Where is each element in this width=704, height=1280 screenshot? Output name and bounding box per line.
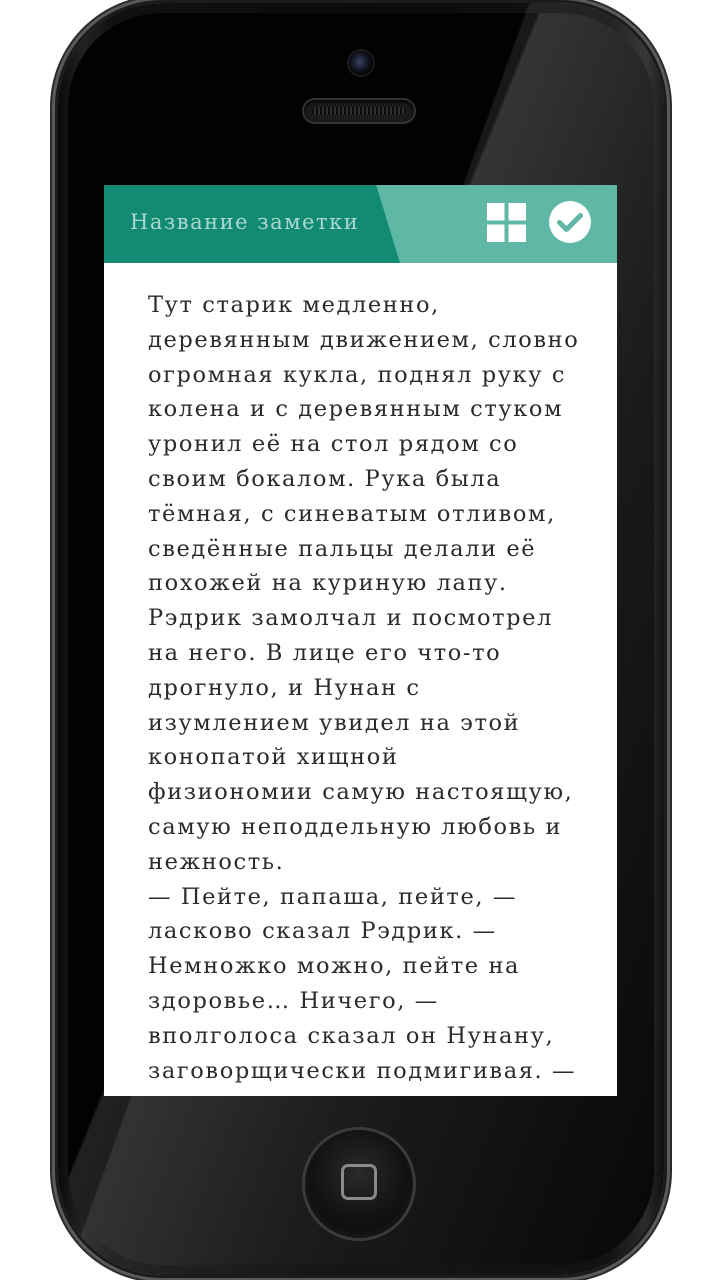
- home-button[interactable]: [305, 1130, 413, 1238]
- app-bar: Название заметки: [104, 185, 617, 263]
- check-circle-icon[interactable]: [548, 200, 592, 244]
- app-screen: Название заметки Тут старик медленно, де…: [104, 185, 617, 1096]
- grid-icon[interactable]: [487, 203, 526, 242]
- note-text[interactable]: Тут старик медленно, деревянным движение…: [148, 288, 588, 1088]
- home-square-icon: [341, 1164, 377, 1200]
- camera-icon: [349, 51, 373, 75]
- device-mockup: Название заметки Тут старик медленно, де…: [0, 0, 704, 1280]
- note-title[interactable]: Название заметки: [130, 210, 359, 234]
- speaker-icon: [304, 100, 414, 122]
